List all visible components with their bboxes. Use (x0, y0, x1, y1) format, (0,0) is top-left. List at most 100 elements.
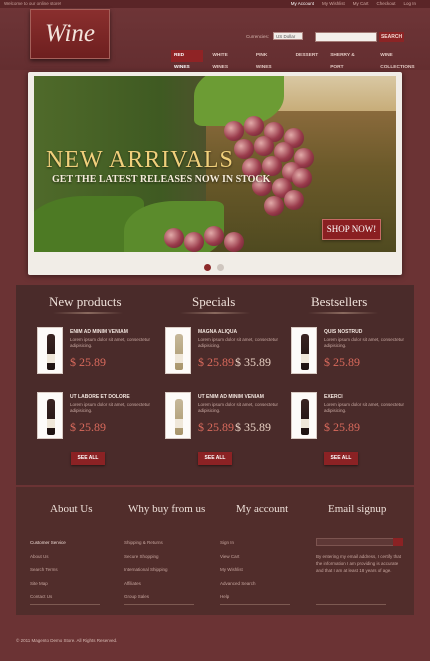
footer-link[interactable]: Advanced Search (220, 577, 256, 591)
footer-divider (30, 604, 100, 605)
currency-label: Currencies: (246, 34, 270, 39)
login-link[interactable]: Log In (403, 0, 416, 8)
nav-sherry-port[interactable]: SHERRY & PORT (327, 50, 371, 70)
footer-email-title: Email signup (328, 503, 387, 515)
grape (184, 232, 204, 252)
slider-dots (204, 264, 224, 271)
product-card[interactable]: UT ENIM AD MINIM VENIAM Lorem ipsum dolo… (165, 392, 287, 442)
special-price: $ 25.89 (198, 355, 234, 369)
product-card[interactable]: MAGNA ALIQUA Lorem ipsum dolor sit amet,… (165, 327, 287, 377)
footer-divider (220, 604, 290, 605)
nav-wine-collections[interactable]: WINE COLLECTIONS (377, 50, 430, 70)
grape (264, 196, 284, 216)
product-desc: Lorem ipsum dolor sit amet, consectetur … (198, 402, 279, 413)
footer-account-title: My account (236, 503, 289, 515)
grape (244, 116, 264, 136)
footer-link[interactable]: International Shipping (124, 563, 168, 577)
email-signup-text: By entering my email address, I certify … (316, 554, 402, 573)
grape (284, 190, 304, 210)
see-all-specials-button[interactable]: SEE ALL (198, 452, 232, 465)
old-price: $ 35.89 (235, 420, 271, 434)
banner-subline: GET THE LATEST RELEASES NOW IN STOCK (52, 174, 271, 185)
product-card[interactable]: EXERCI Lorem ipsum dolor sit amet, conse… (291, 392, 413, 442)
my-wishlist-link[interactable]: My Wishlist (322, 0, 345, 8)
my-cart-link[interactable]: My Cart (353, 0, 369, 8)
logo-text: Wine (45, 20, 95, 47)
product-card[interactable]: QUIS NOSTRUD Lorem ipsum dolor sit amet,… (291, 327, 413, 377)
product-name[interactable]: UT LABORE ET DOLORE (70, 394, 130, 400)
footer-link[interactable]: Search Terms (30, 563, 66, 577)
nav-red-wines[interactable]: RED WINES (171, 50, 204, 70)
old-price: $ 35.89 (235, 355, 271, 369)
bottle-label (301, 354, 309, 363)
product-price: $ 25.89 (324, 420, 360, 434)
grape (164, 228, 184, 248)
top-links: My Account My Wishlist My Cart Checkout … (291, 0, 416, 8)
search-button[interactable]: SEARCH (379, 32, 404, 42)
specials-title: Specials (192, 294, 236, 309)
footer-link[interactable]: Secure Shopping (124, 550, 168, 564)
wine-bottle-icon (175, 334, 183, 370)
footer-link[interactable]: Help (220, 590, 256, 604)
email-signup-button[interactable] (393, 538, 403, 546)
product-card[interactable]: ENIM AD MINIM VENIAM Lorem ipsum dolor s… (37, 327, 159, 377)
bestsellers-title: Bestsellers (311, 294, 368, 309)
product-image[interactable] (291, 327, 317, 374)
product-desc: Lorem ipsum dolor sit amet, consectetur … (70, 402, 151, 413)
footer-link[interactable]: My Wishlist (220, 563, 256, 577)
footer-link[interactable]: Group Sales (124, 590, 168, 604)
banner-headline: NEW ARRIVALS (46, 147, 234, 173)
product-price: $ 25.89 (70, 420, 106, 434)
product-name[interactable]: ENIM AD MINIM VENIAM (70, 329, 128, 335)
divider (308, 312, 378, 314)
footer-link[interactable]: Site Map (30, 577, 66, 591)
product-price: $ 25.89 (324, 355, 360, 369)
footer-link[interactable]: Shipping & Returns (124, 536, 168, 550)
product-card[interactable]: UT LABORE ET DOLORE Lorem ipsum dolor si… (37, 392, 159, 442)
footer-divider (124, 604, 194, 605)
footer-link[interactable]: Customer Service (30, 536, 66, 550)
see-all-new-button[interactable]: SEE ALL (71, 452, 105, 465)
footer-link[interactable]: About Us (30, 550, 66, 564)
slider-dot-1[interactable] (204, 264, 211, 271)
bottle-label (301, 419, 309, 428)
welcome-message: Welcome to our online store! (4, 1, 62, 6)
see-all-bestsellers-button[interactable]: SEE ALL (324, 452, 358, 465)
search-input[interactable] (315, 32, 377, 42)
grape (262, 156, 282, 176)
product-name[interactable]: QUIS NOSTRUD (324, 329, 362, 335)
product-image[interactable] (37, 392, 63, 439)
wine-bottle-icon (301, 334, 309, 370)
footer-link[interactable]: Affiliates (124, 577, 168, 591)
product-image[interactable] (37, 327, 63, 374)
wine-bottle-icon (47, 399, 55, 435)
product-desc: Lorem ipsum dolor sit amet, consectetur … (70, 337, 151, 348)
product-name[interactable]: EXERCI (324, 394, 343, 400)
product-name[interactable]: UT ENIM AD MINIM VENIAM (198, 394, 264, 400)
footer-link[interactable]: View Cart (220, 550, 256, 564)
bottle-label (175, 354, 183, 363)
nav-white-wines[interactable]: WHITE WINES (209, 50, 247, 70)
footer-about-title: About Us (50, 503, 93, 515)
logo[interactable]: Wine (30, 9, 110, 59)
product-image[interactable] (165, 392, 191, 439)
email-signup-input[interactable] (316, 538, 403, 546)
product-desc: Lorem ipsum dolor sit amet, consectetur … (198, 337, 279, 348)
grape (224, 232, 244, 252)
wine-bottle-icon (175, 399, 183, 435)
product-name[interactable]: MAGNA ALIQUA (198, 329, 237, 335)
slider-dot-2[interactable] (217, 264, 224, 271)
nav-dessert[interactable]: DESSERT (293, 50, 322, 62)
footer-link[interactable]: Contact Us (30, 590, 66, 604)
product-image[interactable] (165, 327, 191, 374)
footer-link[interactable]: Sign In (220, 536, 256, 550)
grape (292, 168, 312, 188)
new-products-title: New products (49, 294, 122, 309)
currency-select[interactable]: US Dollar (273, 32, 303, 40)
nav-pink-wines[interactable]: PINK WINES (253, 50, 287, 70)
my-account-link[interactable]: My Account (291, 0, 314, 8)
checkout-link[interactable]: Checkout (376, 0, 395, 8)
wine-bottle-icon (47, 334, 55, 370)
product-image[interactable] (291, 392, 317, 439)
shop-now-button[interactable]: SHOP NOW! (322, 219, 381, 240)
